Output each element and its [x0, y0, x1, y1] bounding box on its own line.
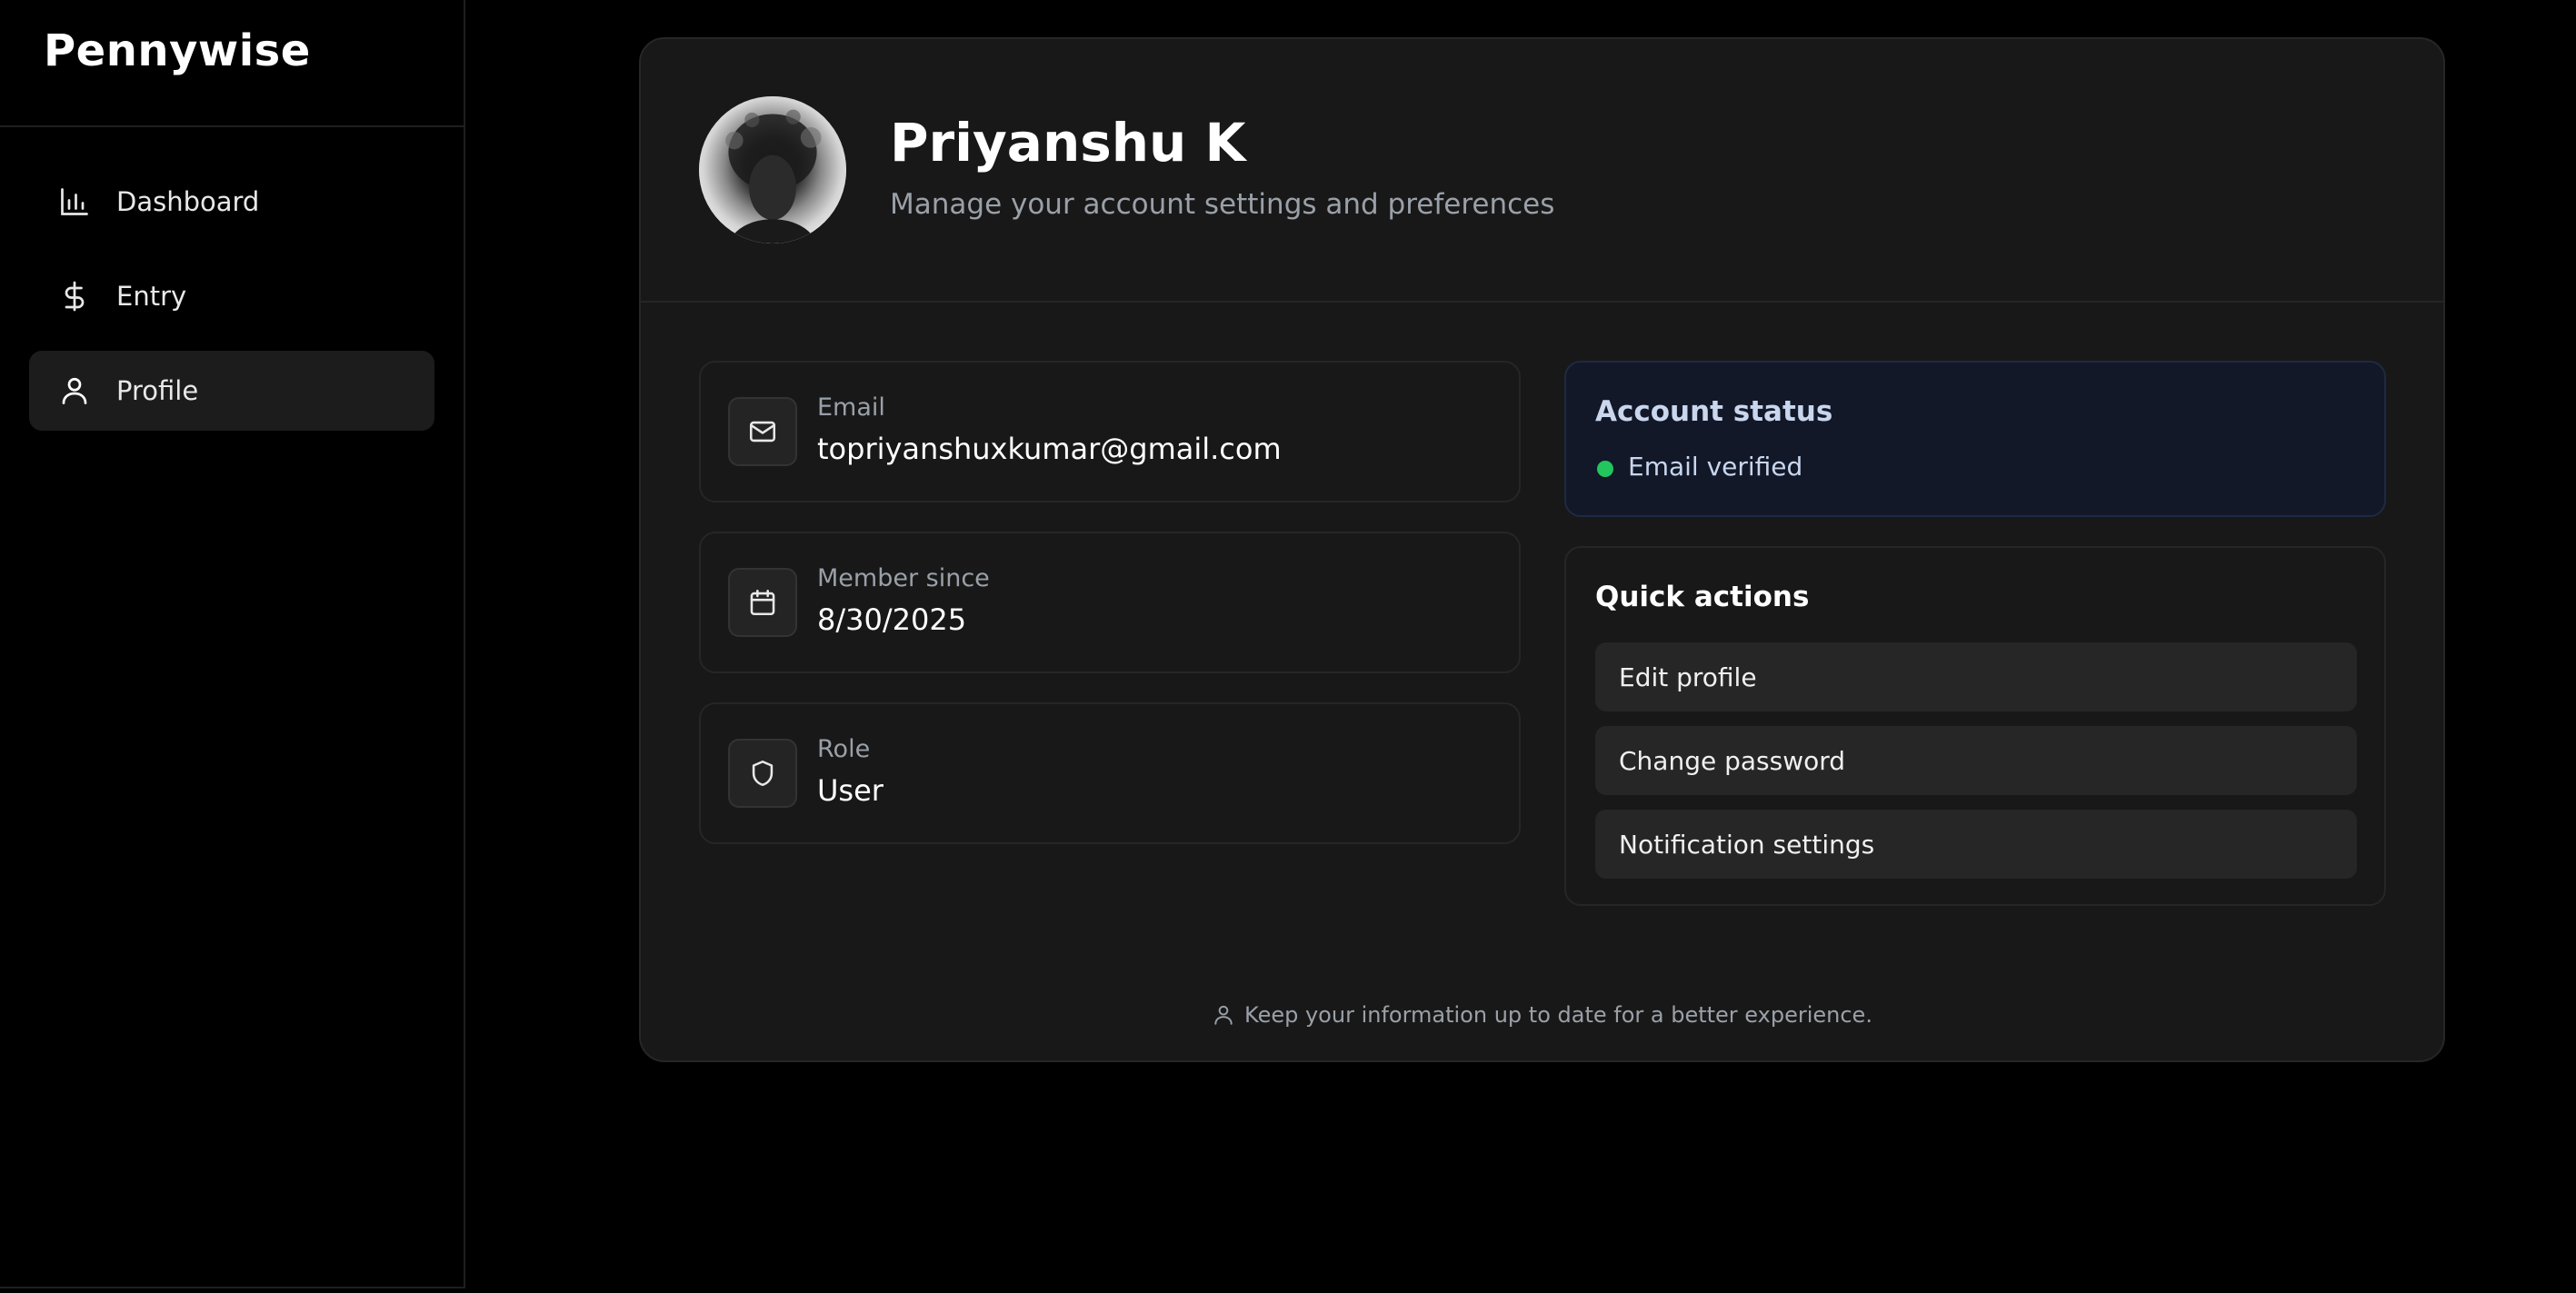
role-label: Role	[817, 735, 871, 763]
email-card: Email topriyanshuxkumar@gmail.com	[699, 361, 1521, 502]
sidebar-item-dashboard[interactable]: Dashboard	[29, 162, 434, 242]
account-status-title: Account status	[1595, 395, 1833, 428]
sidebar: Pennywise Dashboard Entry Profile	[0, 0, 465, 1288]
edit-profile-button[interactable]: Edit profile	[1595, 642, 2357, 711]
bar-chart-icon	[61, 188, 88, 215]
sidebar-item-profile[interactable]: Profile	[29, 351, 434, 431]
member-since-card: Member since 8/30/2025	[699, 532, 1521, 673]
sidebar-item-label: Dashboard	[116, 186, 260, 217]
role-value: User	[817, 773, 884, 808]
avatar-image	[699, 96, 846, 244]
shield-icon	[728, 739, 797, 808]
role-card: Role User	[699, 702, 1521, 844]
brand-logo[interactable]: Pennywise	[0, 0, 464, 127]
user-icon	[1214, 1005, 1233, 1025]
profile-subtitle: Manage your account settings and prefere…	[890, 188, 1555, 221]
member-since-value: 8/30/2025	[817, 602, 967, 637]
footer-note: Keep your information up to date for a b…	[641, 1002, 2443, 1028]
sidebar-nav: Dashboard Entry Profile	[0, 127, 464, 431]
notification-settings-button[interactable]: Notification settings	[1595, 810, 2357, 879]
quick-actions-title: Quick actions	[1595, 581, 1810, 613]
email-label: Email	[817, 393, 885, 422]
user-icon	[62, 377, 87, 404]
sidebar-item-label: Profile	[116, 375, 199, 406]
profile-header: Priyanshu K Manage your account settings…	[641, 39, 2443, 303]
sidebar-item-entry[interactable]: Entry	[29, 256, 434, 336]
profile-name: Priyanshu K	[890, 112, 1246, 174]
avatar	[699, 96, 846, 244]
quick-actions-card: Quick actions Edit profile Change passwo…	[1564, 546, 2386, 906]
footer-note-text: Keep your information up to date for a b…	[1244, 1002, 1872, 1028]
change-password-button[interactable]: Change password	[1595, 726, 2357, 795]
dollar-icon	[65, 281, 85, 312]
email-value: topriyanshuxkumar@gmail.com	[817, 432, 1282, 466]
profile-card: Priyanshu K Manage your account settings…	[639, 37, 2445, 1062]
calendar-icon	[728, 568, 797, 637]
member-since-label: Member since	[817, 564, 990, 592]
status-indicator-dot	[1597, 461, 1613, 477]
account-status-card: Account status Email verified	[1564, 361, 2386, 517]
mail-icon	[728, 397, 797, 466]
sidebar-item-label: Entry	[116, 281, 187, 312]
account-status-text: Email verified	[1628, 452, 1803, 482]
